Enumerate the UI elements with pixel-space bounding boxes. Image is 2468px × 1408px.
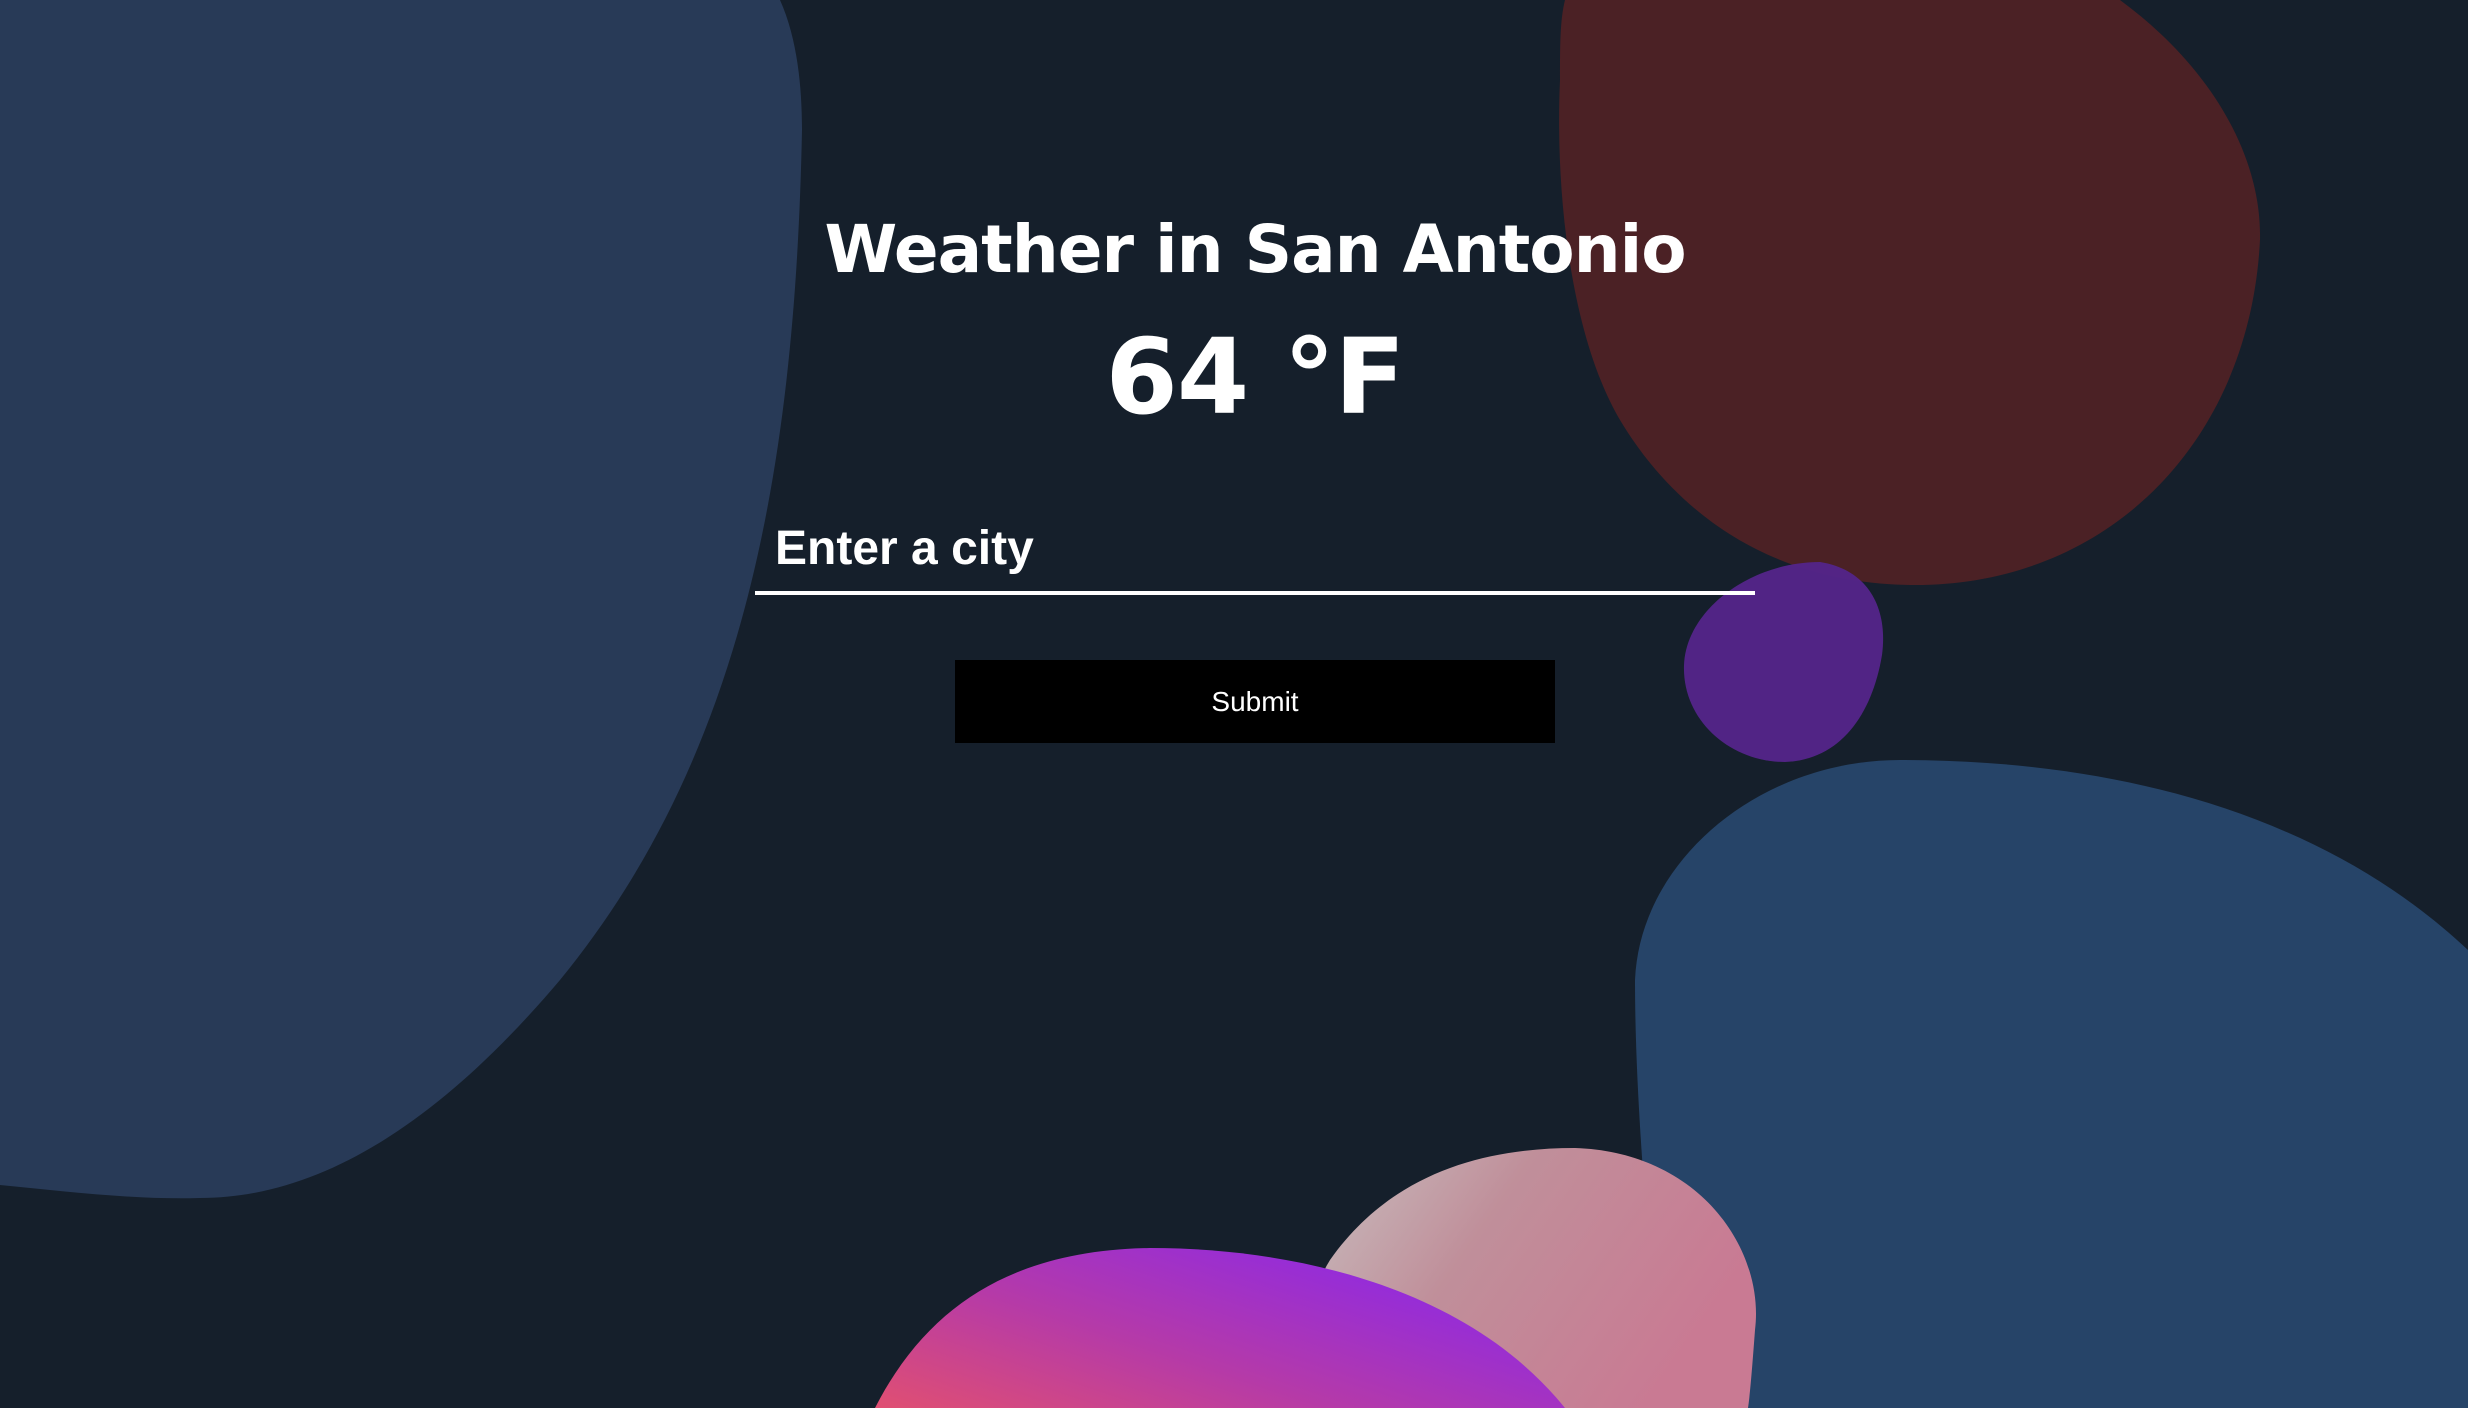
page-title: Weather in San Antonio <box>824 211 1686 288</box>
city-input[interactable] <box>755 505 1755 595</box>
weather-content: Weather in San Antonio 64 °F Submit <box>0 0 2468 1408</box>
temperature-display: 64 °F <box>1105 316 1406 438</box>
submit-button[interactable]: Submit <box>955 660 1555 743</box>
weather-page: Weather in San Antonio 64 °F Submit <box>0 0 2468 1408</box>
